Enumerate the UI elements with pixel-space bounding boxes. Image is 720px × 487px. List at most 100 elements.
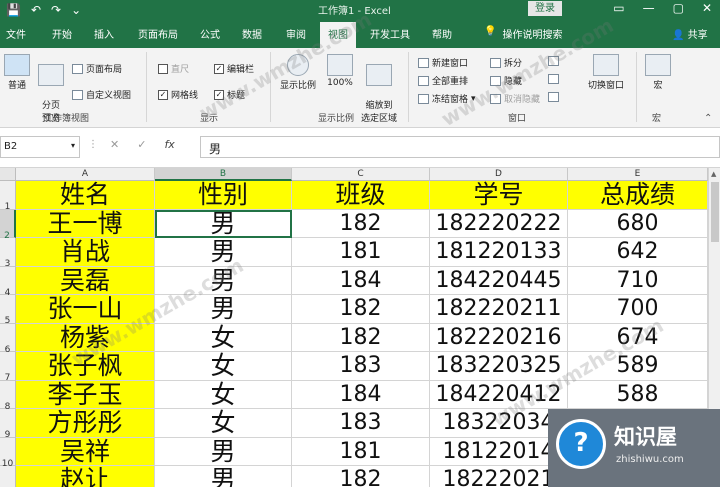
table-cell[interactable]: 方彤彤 xyxy=(16,409,155,438)
table-cell[interactable]: 183 xyxy=(292,352,430,381)
table-cell[interactable]: 182 xyxy=(292,323,430,352)
table-cell[interactable]: 184220445 xyxy=(430,266,568,295)
row-header-7[interactable]: 7 xyxy=(0,352,16,383)
tell-me-search[interactable]: 💡 操作说明搜索 xyxy=(484,26,562,41)
table-cell[interactable]: 181220133 xyxy=(430,238,568,267)
name-box[interactable]: B2 ▾ xyxy=(0,136,80,158)
tab-data[interactable]: 数据 xyxy=(242,26,262,41)
tab-review[interactable]: 审阅 xyxy=(286,26,306,41)
tab-home[interactable]: 开始 xyxy=(52,26,72,41)
table-cell[interactable]: 李子玉 xyxy=(16,380,155,409)
row-header-6[interactable]: 6 xyxy=(0,323,16,355)
row-header-8[interactable]: 8 xyxy=(0,380,16,412)
table-cell[interactable]: 183 xyxy=(292,409,430,438)
row-header-9[interactable]: 9 xyxy=(0,409,16,440)
gridlines-checkbox[interactable]: ✓ 网格线 xyxy=(158,88,198,101)
table-cell[interactable]: 男 xyxy=(155,466,292,487)
table-cell[interactable]: 女 xyxy=(155,352,292,381)
close-icon[interactable]: ✕ xyxy=(702,1,712,15)
formula-input[interactable]: 男 xyxy=(200,136,720,158)
table-cell[interactable]: 181 xyxy=(292,238,430,267)
table-cell[interactable]: 588 xyxy=(568,380,708,409)
macros-button[interactable]: 宏 xyxy=(644,54,672,91)
maximize-icon[interactable]: ▢ xyxy=(673,1,684,15)
row-header-1[interactable]: 1 xyxy=(0,181,16,212)
select-all-corner[interactable] xyxy=(0,168,16,181)
row-header-4[interactable]: 4 xyxy=(0,266,16,298)
table-cell[interactable]: 吴祥 xyxy=(16,437,155,466)
redo-icon[interactable]: ↷ xyxy=(51,3,61,17)
switch-windows-button[interactable]: 切换窗口 xyxy=(584,54,628,91)
insert-function-icon[interactable]: fx xyxy=(164,138,174,151)
table-cell[interactable]: 680 xyxy=(568,209,708,238)
row-header-11[interactable]: 11 xyxy=(0,466,16,487)
table-cell[interactable]: 182 xyxy=(292,295,430,324)
table-cell[interactable]: 184 xyxy=(292,266,430,295)
reset-window-button[interactable] xyxy=(548,92,559,102)
column-header-a[interactable]: A xyxy=(16,168,155,181)
ruler-checkbox[interactable]: 直尺 xyxy=(158,62,189,75)
table-cell[interactable]: 184 xyxy=(292,380,430,409)
minimize-icon[interactable]: — xyxy=(643,1,655,15)
table-cell[interactable]: 女 xyxy=(155,409,292,438)
table-cell[interactable]: 182220216 xyxy=(430,323,568,352)
tab-page-layout[interactable]: 页面布局 xyxy=(138,26,178,41)
table-cell[interactable]: 710 xyxy=(568,266,708,295)
page-layout-view-button[interactable]: 页面布局 xyxy=(72,62,122,75)
tab-insert[interactable]: 插入 xyxy=(94,26,114,41)
table-cell[interactable]: 182220211 xyxy=(430,295,568,324)
table-cell[interactable]: 王一博 xyxy=(16,209,155,238)
share-button[interactable]: 👤 共享 xyxy=(672,26,708,41)
scroll-up-icon[interactable]: ▲ xyxy=(711,170,716,178)
table-cell[interactable]: 182 xyxy=(292,209,430,238)
new-window-button[interactable]: 新建窗口 xyxy=(418,56,468,69)
tab-help[interactable]: 帮助 xyxy=(432,26,452,41)
table-cell[interactable]: 182220222 xyxy=(430,209,568,238)
table-cell[interactable]: 女 xyxy=(155,380,292,409)
header-cell[interactable]: 班级 xyxy=(292,181,430,210)
table-cell[interactable]: 肖战 xyxy=(16,238,155,267)
zoom-100-button[interactable]: 100% xyxy=(324,54,356,88)
column-header-e[interactable]: E xyxy=(568,168,708,181)
column-header-d[interactable]: D xyxy=(430,168,568,181)
arrange-all-button[interactable]: 全部重排 xyxy=(418,74,468,87)
table-cell[interactable]: 赵让 xyxy=(16,466,155,487)
row-header-5[interactable]: 5 xyxy=(0,295,16,326)
save-icon[interactable]: 💾 xyxy=(6,3,21,17)
header-cell[interactable]: 总成绩 xyxy=(568,181,708,210)
collapse-ribbon-icon[interactable]: ⌃ xyxy=(704,113,712,124)
quick-access-toolbar: 💾 ↶ ↷ ⌄ xyxy=(6,2,81,18)
table-cell[interactable]: 181 xyxy=(292,437,430,466)
header-cell[interactable]: 学号 xyxy=(430,181,568,210)
row-header-3[interactable]: 3 xyxy=(0,238,16,269)
table-cell[interactable]: 182 xyxy=(292,466,430,487)
customize-qat-icon[interactable]: ⌄ xyxy=(71,3,81,17)
scroll-thumb[interactable] xyxy=(711,182,719,242)
tab-file[interactable]: 文件 xyxy=(6,26,26,41)
table-cell[interactable]: 男 xyxy=(155,209,292,238)
zoom-to-selection-button[interactable]: 缩放到 选定区域 xyxy=(358,54,400,124)
chevron-down-icon[interactable]: ▾ xyxy=(71,141,75,150)
column-header-c[interactable]: C xyxy=(292,168,430,181)
login-button[interactable]: 登录 xyxy=(528,1,562,16)
normal-view-button[interactable]: 普通 xyxy=(4,54,30,91)
more-icon[interactable]: ⋮ xyxy=(88,139,98,150)
table-cell[interactable]: 642 xyxy=(568,238,708,267)
table-cell[interactable]: 男 xyxy=(155,437,292,466)
custom-views-button[interactable]: 自定义视图 xyxy=(72,88,131,101)
sync-scroll-button[interactable] xyxy=(548,74,559,84)
cancel-icon[interactable]: ✕ xyxy=(110,138,119,151)
table-cell[interactable]: 700 xyxy=(568,295,708,324)
enter-icon[interactable]: ✓ xyxy=(137,138,146,151)
table-cell[interactable]: 女 xyxy=(155,323,292,352)
tab-developer[interactable]: 开发工具 xyxy=(370,26,410,41)
row-header-10[interactable]: 10 xyxy=(0,437,16,469)
header-cell[interactable]: 性别 xyxy=(155,181,292,210)
undo-icon[interactable]: ↶ xyxy=(31,3,41,17)
header-cell[interactable]: 姓名 xyxy=(16,181,155,210)
tab-formulas[interactable]: 公式 xyxy=(200,26,220,41)
column-header-b[interactable]: B xyxy=(155,168,292,181)
ribbon-display-icon[interactable]: ▭ xyxy=(613,1,624,15)
table-cell[interactable]: 吴磊 xyxy=(16,266,155,295)
row-header-2[interactable]: 2 xyxy=(0,209,16,241)
